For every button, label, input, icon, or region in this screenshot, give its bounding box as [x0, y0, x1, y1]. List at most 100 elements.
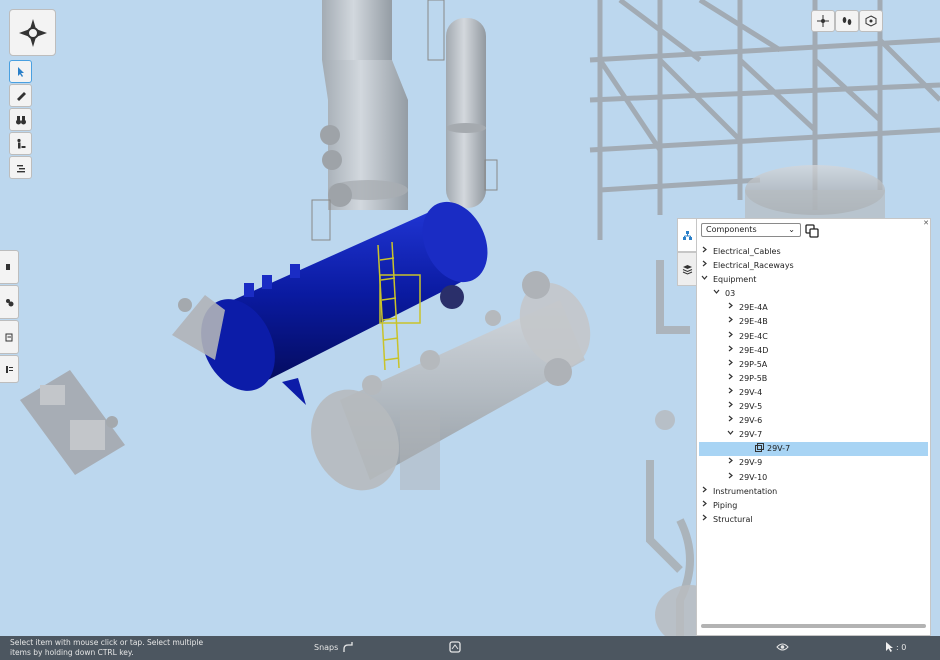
- horizontal-scrollbar[interactable]: [701, 624, 926, 628]
- tree-item[interactable]: Instrumentation: [697, 485, 930, 499]
- tab-model-tree[interactable]: [677, 218, 697, 252]
- snaps-label: Snaps: [314, 643, 339, 652]
- tree-item-label: 29P-5A: [739, 359, 768, 369]
- chevron-right-icon[interactable]: [727, 331, 734, 340]
- visibility-eye-icon[interactable]: [776, 642, 789, 654]
- chevron-right-icon[interactable]: [701, 514, 708, 523]
- chevron-right-icon[interactable]: [727, 401, 734, 410]
- tree-item-label: 29V-4: [739, 387, 763, 397]
- tree-item[interactable]: Equipment: [697, 273, 930, 287]
- tree-item-label: Electrical_Raceways: [713, 261, 794, 271]
- panel-close-icon[interactable]: ✕: [923, 219, 929, 227]
- tree-item-label: 29V-5: [739, 402, 763, 412]
- selection-count: : 0: [896, 643, 907, 652]
- status-bar: Select item with mouse click or tap. Sel…: [0, 636, 940, 660]
- tree-item[interactable]: Electrical_Raceways: [697, 259, 930, 273]
- chevron-right-icon[interactable]: [701, 246, 708, 255]
- tree-item[interactable]: Structural: [697, 513, 930, 527]
- main-tool-button[interactable]: [9, 9, 56, 56]
- section-box-button[interactable]: [0, 250, 19, 284]
- piping-right: [646, 260, 694, 640]
- tab-layers[interactable]: [677, 252, 697, 286]
- chevron-right-icon[interactable]: [727, 373, 734, 382]
- tree-item-label: 03: [725, 289, 736, 299]
- snaps-icon[interactable]: [342, 641, 354, 655]
- document-icon: [5, 333, 14, 342]
- hide-show-button[interactable]: [0, 285, 19, 319]
- layers-icon: [682, 260, 693, 279]
- tree-item[interactable]: 29V-5: [697, 400, 930, 414]
- copy-view-button[interactable]: [805, 223, 819, 238]
- tree-item-label: 29E-4D: [739, 345, 769, 355]
- view-type-dropdown[interactable]: Components ⌄: [701, 223, 801, 237]
- chevron-right-icon[interactable]: [727, 359, 734, 368]
- tree-item[interactable]: 29E-4A: [697, 301, 930, 315]
- chevron-down-icon[interactable]: [727, 429, 734, 438]
- tree-item[interactable]: 29P-5A: [697, 358, 930, 372]
- tree-item-label: 29E-4B: [739, 317, 768, 327]
- chevron-right-icon[interactable]: [727, 415, 734, 424]
- tree-item[interactable]: Piping: [697, 499, 930, 513]
- tree-item-label: 29V-7: [767, 444, 791, 454]
- tree-item[interactable]: 29E-4B: [697, 315, 930, 329]
- binoculars-icon: [15, 114, 27, 126]
- tree-item[interactable]: 03: [697, 287, 930, 301]
- tree-item[interactable]: 29V-4: [697, 386, 930, 400]
- chevron-down-icon[interactable]: [701, 274, 708, 283]
- tree-item[interactable]: 29V-7: [697, 428, 930, 442]
- select-pointer-icon: [15, 66, 27, 78]
- tree-item-selected[interactable]: 29V-7: [699, 442, 928, 457]
- hierarchy-tree-icon: [682, 226, 693, 245]
- chevron-right-icon[interactable]: [727, 316, 734, 325]
- fit-view-icon[interactable]: [449, 641, 461, 655]
- tree-item-label: Electrical_Cables: [713, 247, 781, 256]
- align-tool-button[interactable]: [9, 156, 32, 179]
- chevron-right-icon[interactable]: [727, 345, 734, 354]
- chevron-right-icon[interactable]: [727, 387, 734, 396]
- tree-item[interactable]: 29E-4D: [697, 344, 930, 358]
- tree-item[interactable]: 29P-5B: [697, 372, 930, 386]
- tree-item[interactable]: 29E-4C: [697, 330, 930, 344]
- distillation-column-1: [311, 0, 408, 241]
- walk-person-icon: [15, 138, 27, 150]
- tree-item[interactable]: 29V-10: [697, 471, 930, 485]
- properties-button[interactable]: [0, 355, 19, 383]
- dropdown-value: Components: [706, 225, 757, 234]
- tree-item-label: 29V-9: [739, 458, 763, 468]
- document-button[interactable]: [0, 320, 19, 354]
- tree-item[interactable]: Electrical_Cables: [697, 245, 930, 259]
- view-cube-icon: [865, 15, 877, 27]
- copy-icon: [805, 223, 819, 242]
- measure-tool-button[interactable]: [9, 84, 32, 107]
- chevron-right-icon[interactable]: [701, 486, 708, 495]
- chevron-right-icon[interactable]: [701, 260, 708, 269]
- tree-item-label: 29P-5B: [739, 373, 768, 383]
- crosshair-button[interactable]: [811, 10, 835, 32]
- view-cube-button[interactable]: [859, 10, 883, 32]
- tree-item[interactable]: 29V-6: [697, 414, 930, 428]
- tree-item-label: 29E-4C: [739, 331, 768, 341]
- chevron-right-icon[interactable]: [701, 500, 708, 509]
- tree-item-label: Instrumentation: [713, 486, 778, 496]
- tree-item-label: 29V-7: [739, 430, 763, 440]
- cursor-icon: [885, 641, 894, 655]
- compass-gear-icon: [17, 17, 49, 49]
- chevron-right-icon[interactable]: [727, 457, 734, 466]
- footprints-button[interactable]: [835, 10, 859, 32]
- distillation-column-2: [427, 0, 498, 208]
- chevron-right-icon[interactable]: [727, 302, 734, 311]
- chevron-right-icon[interactable]: [727, 472, 734, 481]
- model-tree-panel: Components ⌄ ✕ Electrical_Cables Electric…: [696, 218, 931, 636]
- hide-show-icon: [5, 298, 14, 307]
- chevron-down-icon[interactable]: [713, 288, 720, 297]
- select-tool-button[interactable]: [9, 60, 32, 83]
- pump-skid-left: [20, 370, 125, 475]
- tree-item-label: 29V-10: [739, 472, 768, 482]
- tree-item[interactable]: 29V-9: [697, 456, 930, 470]
- binoculars-tool-button[interactable]: [9, 108, 32, 131]
- model-tree: Electrical_Cables Electrical_Raceways Equi…: [697, 245, 930, 527]
- walk-tool-button[interactable]: [9, 132, 32, 155]
- align-icon: [15, 162, 27, 174]
- footprints-icon: [841, 15, 853, 27]
- measure-ruler-icon: [15, 90, 27, 102]
